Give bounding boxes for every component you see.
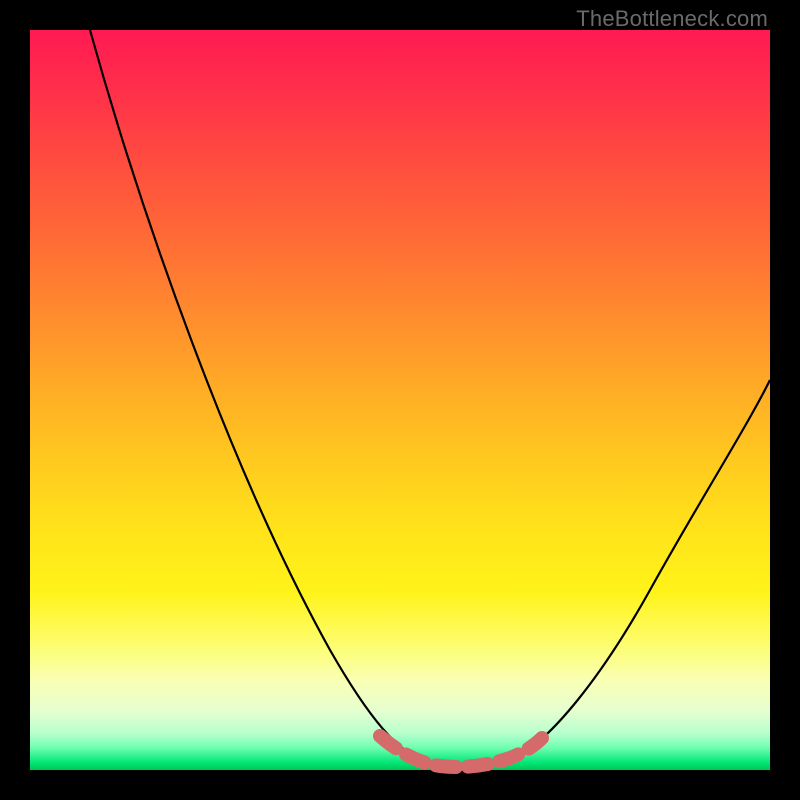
attribution-text: TheBottleneck.com — [576, 6, 768, 32]
plot-area — [30, 30, 770, 770]
bottleneck-curve — [90, 30, 770, 767]
optimal-range-marker — [380, 736, 542, 767]
bottleneck-curve-svg — [30, 30, 770, 770]
chart-frame: TheBottleneck.com — [0, 0, 800, 800]
